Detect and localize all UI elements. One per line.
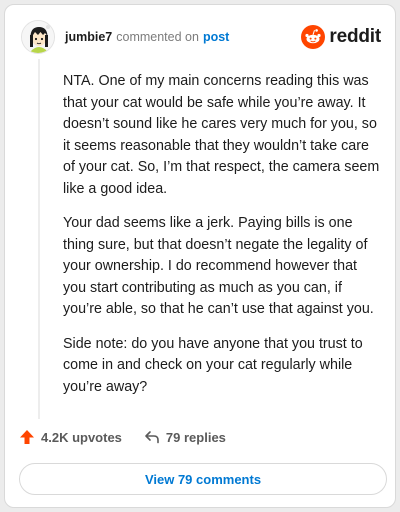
reply-arrow-icon [145, 431, 159, 444]
upvote-count: 4.2K upvotes [41, 429, 122, 445]
upvote-arrow-icon [20, 430, 34, 444]
reddit-wordmark: reddit [329, 26, 381, 47]
upvote-button[interactable]: 4.2K upvotes [19, 429, 122, 445]
comment-card: jumbie7 commented on post reddit NTA. On… [4, 4, 396, 508]
comment-body: NTA. One of my main concerns reading thi… [63, 71, 381, 411]
reply-count: 79 replies [165, 429, 226, 445]
action-text: commented on [116, 30, 199, 44]
comment-paragraph: NTA. One of my main concerns reading thi… [63, 73, 380, 197]
post-link[interactable]: post [203, 30, 229, 44]
replies-button[interactable]: 79 replies [144, 430, 226, 445]
comment-meta: jumbie7 commented on post [65, 30, 229, 44]
comment-actions: 4.2K upvotes 79 replies [19, 429, 226, 445]
thread-line[interactable] [38, 59, 40, 419]
comment-header: jumbie7 commented on post reddit [21, 19, 381, 55]
reddit-alien-icon [301, 25, 326, 49]
snoo-avatar-icon [22, 21, 54, 53]
username[interactable]: jumbie7 [65, 30, 112, 44]
reddit-logo[interactable]: reddit [301, 25, 381, 49]
view-comments-button[interactable]: View 79 comments [19, 463, 387, 495]
comment-paragraph: Your dad seems like a jerk. Paying bills… [63, 215, 374, 317]
user-avatar[interactable] [21, 20, 55, 54]
comment-paragraph: Side note: do you have anyone that you t… [63, 335, 363, 395]
